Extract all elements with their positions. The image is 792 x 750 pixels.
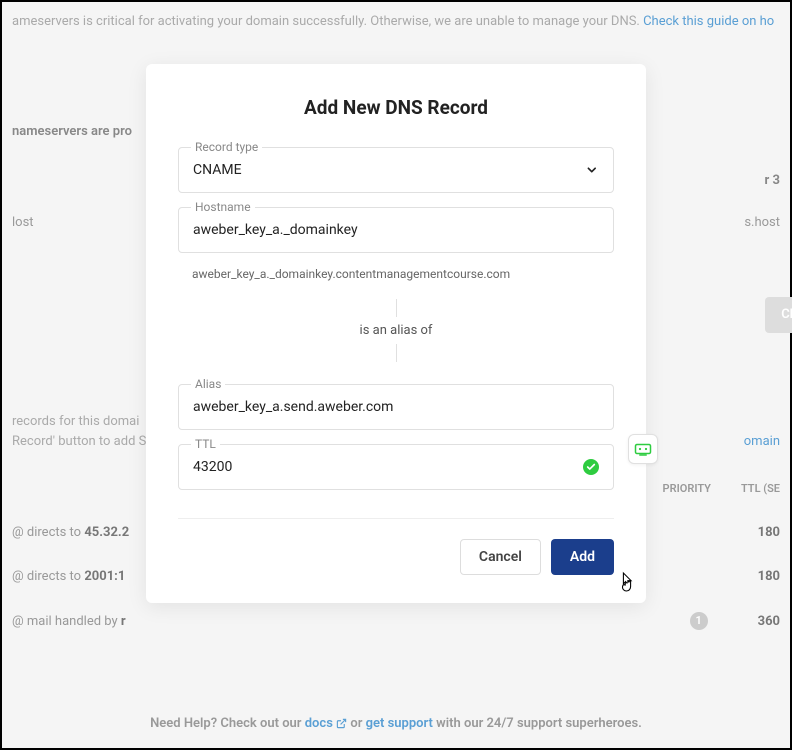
record-type-select[interactable]: Record type CNAME [178, 147, 614, 193]
divider-line-top [396, 299, 397, 317]
alias-divider: is an alias of [178, 299, 614, 362]
alias-of-text: is an alias of [360, 323, 433, 338]
add-button[interactable]: Add [551, 539, 614, 575]
ttl-input[interactable] [193, 455, 583, 479]
hostname-helper: aweber_key_a._domainkey.contentmanagemen… [192, 267, 614, 281]
divider-line-bottom [396, 344, 397, 362]
alias-input[interactable] [193, 395, 599, 419]
record-type-label: Record type [191, 140, 262, 154]
modal-divider [178, 518, 614, 519]
hostname-label: Hostname [191, 200, 255, 214]
hostname-input[interactable] [193, 218, 599, 242]
alias-field[interactable]: Alias [178, 384, 614, 430]
ttl-label: TTL [191, 437, 220, 451]
chevron-down-icon [585, 163, 599, 177]
cancel-button[interactable]: Cancel [460, 539, 541, 575]
add-dns-record-modal: Add New DNS Record Record type CNAME Hos… [146, 64, 646, 603]
cursor-pointer-icon [618, 571, 636, 593]
hostname-field[interactable]: Hostname [178, 207, 614, 253]
record-type-value: CNAME [193, 158, 585, 182]
robot-icon [634, 442, 652, 456]
ttl-valid-icon [583, 459, 599, 475]
modal-overlay: Add New DNS Record Record type CNAME Hos… [2, 2, 790, 748]
ttl-field[interactable]: TTL [178, 444, 614, 490]
modal-title: Add New DNS Record [178, 96, 614, 119]
alias-label: Alias [191, 377, 225, 391]
modal-actions: Cancel Add [178, 539, 614, 575]
password-manager-badge[interactable] [628, 434, 658, 464]
